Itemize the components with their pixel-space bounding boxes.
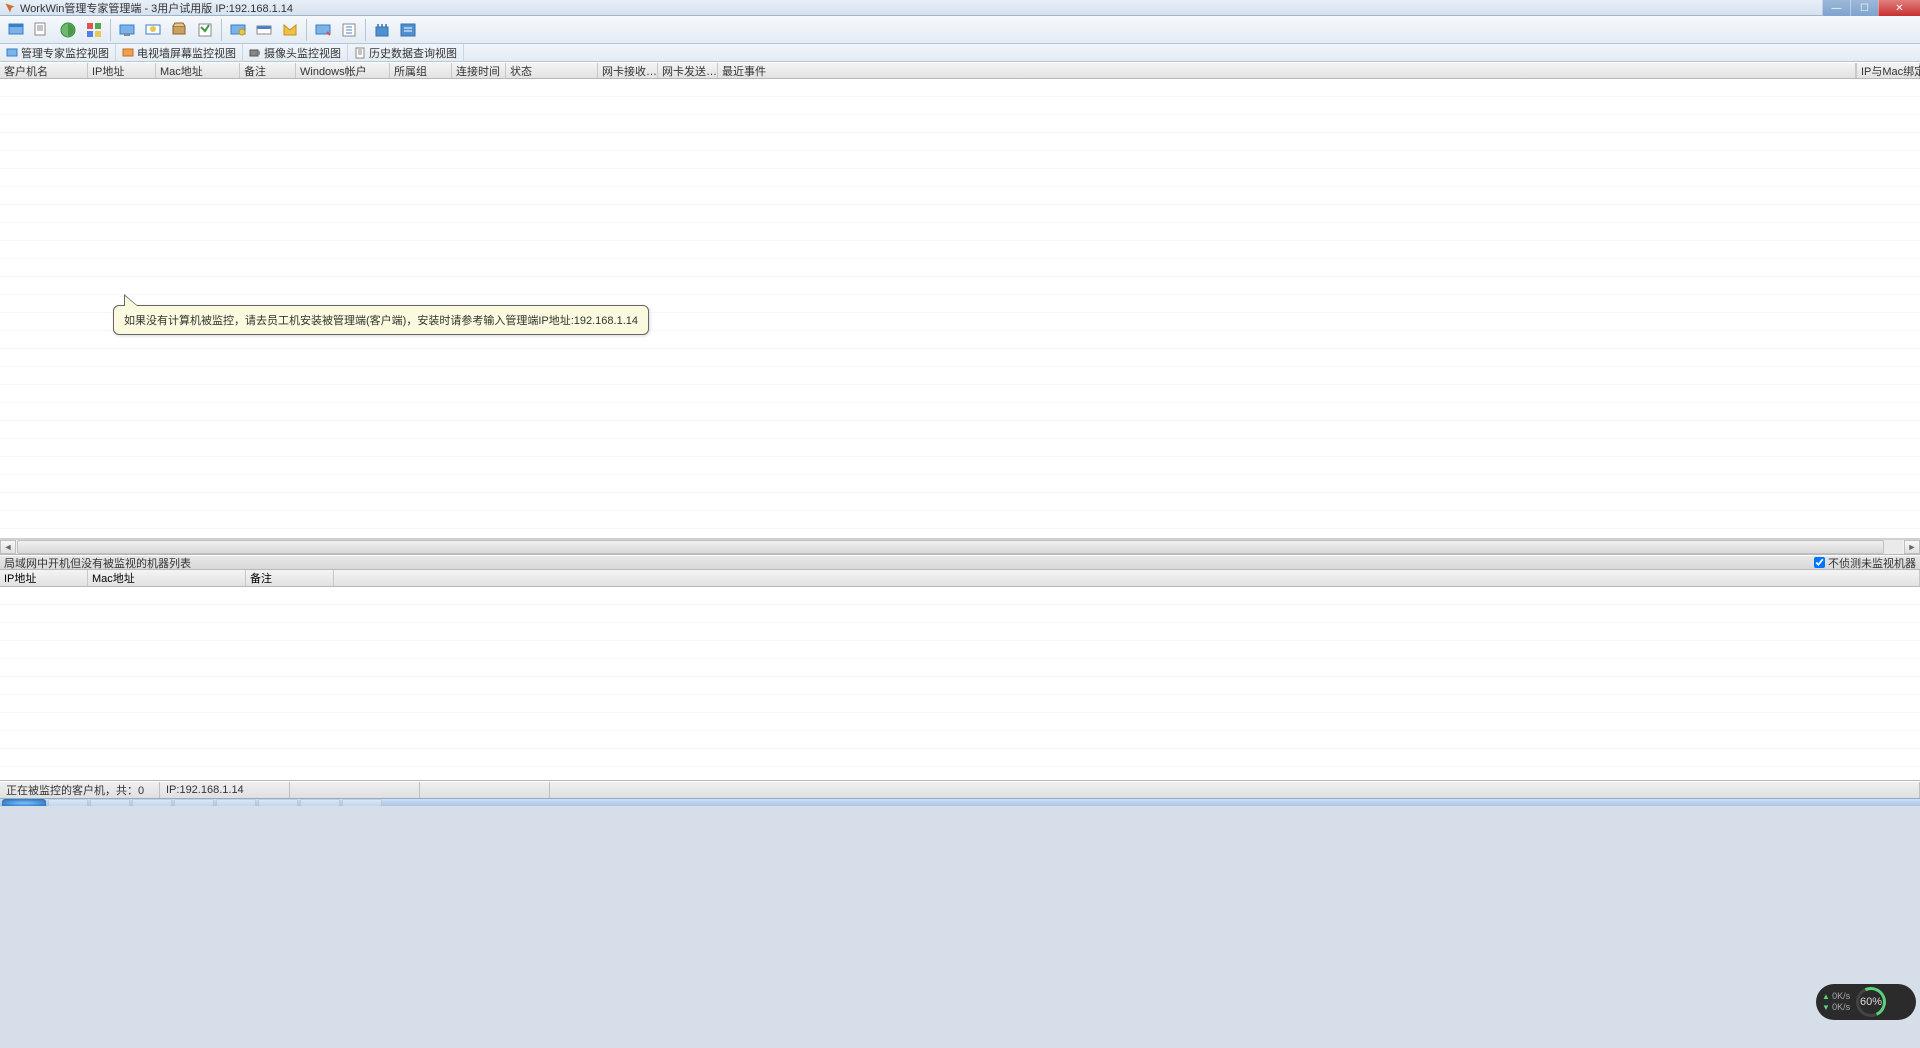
main-grid-body[interactable]: 如果没有计算机被监控，请去员工机安装被管理端(客户端)，安装时请参考输入管理端I… — [0, 79, 1920, 539]
toolbar-btn-14[interactable] — [370, 18, 394, 42]
net-rates: 0K/s 0K/s — [1822, 991, 1850, 1013]
col2-remark[interactable]: 备注 — [246, 570, 334, 586]
network-speed-widget[interactable]: 0K/s 0K/s 60% — [1816, 984, 1916, 1020]
window-controls: — ☐ ✕ — [1822, 0, 1920, 16]
toolbar-separator — [221, 19, 222, 41]
viewtab-camera[interactable]: 摄像头监控视图 — [243, 44, 348, 62]
scroll-track[interactable] — [17, 540, 1903, 554]
status-empty3 — [550, 782, 1920, 798]
toolbar-btn-13[interactable] — [337, 18, 361, 42]
status-ip: IP:192.168.1.14 — [160, 782, 290, 798]
main-toolbar — [0, 16, 1920, 44]
taskbar-app-3[interactable] — [132, 799, 172, 806]
toolbar-separator — [110, 19, 111, 41]
taskbar-app-2[interactable] — [90, 799, 130, 806]
window-title: WorkWin管理专家管理端 - 3用户试用版 IP:192.168.1.14 — [20, 0, 293, 16]
viewtab-label: 摄像头监控视图 — [264, 45, 341, 61]
taskbar-app-4[interactable] — [174, 799, 214, 806]
viewtab-label: 历史数据查询视图 — [369, 45, 457, 61]
hint-balloon: 如果没有计算机被监控，请去员工机安装被管理端(客户端)，安装时请参考输入管理端I… — [113, 305, 649, 335]
main-hscrollbar[interactable]: ◄ ► — [0, 539, 1920, 555]
tvwall-icon — [122, 47, 134, 59]
toolbar-btn-2[interactable] — [30, 18, 54, 42]
net-download: 0K/s — [1822, 1002, 1850, 1013]
col-remark[interactable]: 备注 — [240, 63, 296, 78]
section2-title: 局域网中开机但没有被监视的机器列表 — [4, 555, 191, 571]
col-conntime[interactable]: 连接时间 — [452, 63, 506, 78]
toolbar-btn-9[interactable] — [226, 18, 250, 42]
monitor-icon — [6, 47, 18, 59]
taskbar-app-5[interactable] — [216, 799, 256, 806]
minimize-button[interactable]: — — [1822, 0, 1850, 16]
lower-grid-header: IP地址 Mac地址 备注 — [0, 570, 1920, 587]
col2-ip[interactable]: IP地址 — [0, 570, 88, 586]
section2-titlebar: 局域网中开机但没有被监视的机器列表 不侦测未监视机器 — [0, 555, 1920, 570]
toolbar-btn-1[interactable] — [4, 18, 28, 42]
start-button[interactable] — [2, 799, 46, 806]
scroll-left-arrow[interactable]: ◄ — [0, 540, 16, 554]
net-upload: 0K/s — [1822, 991, 1850, 1002]
memory-circle: 60% — [1852, 983, 1890, 1021]
memory-percent: 60% — [1860, 996, 1882, 1008]
taskbar-app-1[interactable] — [48, 799, 88, 806]
window-titlebar: WorkWin管理专家管理端 - 3用户试用版 IP:192.168.1.14 … — [0, 0, 1920, 16]
toolbar-btn-7[interactable] — [167, 18, 191, 42]
toolbar-btn-5[interactable] — [115, 18, 139, 42]
col2-empty — [334, 570, 1920, 586]
col-ipmacbind[interactable]: IP与Mac绑定 — [1856, 63, 1920, 78]
viewtab-monitor[interactable]: 管理专家监控视图 — [0, 44, 116, 62]
col-ip[interactable]: IP地址 — [88, 63, 156, 78]
toolbar-btn-11[interactable] — [278, 18, 302, 42]
toolbar-separator — [365, 19, 366, 41]
main-grid-header: 客户机名 IP地址 Mac地址 备注 Windows帐户 所属组 连接时间 状态… — [0, 62, 1920, 79]
view-tabs: 管理专家监控视图 电视墙屏幕监控视图 摄像头监控视图 历史数据查询视图 — [0, 44, 1920, 62]
col-client-name[interactable]: 客户机名 — [0, 63, 88, 78]
windows-taskbar[interactable] — [0, 798, 1920, 806]
statusbar: 正在被监控的客户机，共：0 IP:192.168.1.14 — [0, 781, 1920, 798]
taskbar-app-7[interactable] — [300, 799, 340, 806]
viewtab-tvwall[interactable]: 电视墙屏幕监控视图 — [116, 44, 243, 62]
col-status[interactable]: 状态 — [506, 63, 598, 78]
col-lastevent[interactable]: 最近事件 — [718, 63, 1856, 78]
toolbar-btn-6[interactable] — [141, 18, 165, 42]
col2-mac[interactable]: Mac地址 — [88, 570, 246, 586]
col-mac[interactable]: Mac地址 — [156, 63, 240, 78]
app-icon — [4, 2, 16, 14]
camera-icon — [249, 47, 261, 59]
status-client-count: 正在被监控的客户机，共：0 — [0, 782, 160, 798]
status-empty1 — [290, 782, 420, 798]
viewtab-history[interactable]: 历史数据查询视图 — [348, 44, 464, 62]
taskbar-app-8[interactable] — [342, 799, 382, 806]
col-winaccount[interactable]: Windows帐户 — [296, 63, 390, 78]
scroll-thumb[interactable] — [17, 540, 1884, 554]
viewtab-label: 管理专家监控视图 — [21, 45, 109, 61]
taskbar-app-6[interactable] — [258, 799, 298, 806]
toolbar-separator — [306, 19, 307, 41]
col-netrecv[interactable]: 网卡接收… — [598, 63, 658, 78]
lower-grid-body[interactable] — [0, 587, 1920, 781]
history-icon — [354, 47, 366, 59]
toolbar-btn-15[interactable] — [396, 18, 420, 42]
col-netsend[interactable]: 网卡发送… — [658, 63, 718, 78]
toolbar-btn-12[interactable] — [311, 18, 335, 42]
no-detect-checkbox-input[interactable] — [1814, 557, 1825, 568]
toolbar-btn-10[interactable] — [252, 18, 276, 42]
col-group[interactable]: 所属组 — [390, 63, 452, 78]
no-detect-label: 不侦测未监视机器 — [1828, 555, 1916, 571]
toolbar-btn-3[interactable] — [56, 18, 80, 42]
status-empty2 — [420, 782, 550, 798]
close-button[interactable]: ✕ — [1878, 0, 1920, 16]
maximize-button[interactable]: ☐ — [1850, 0, 1878, 16]
toolbar-btn-8[interactable] — [193, 18, 217, 42]
scroll-right-arrow[interactable]: ► — [1904, 540, 1920, 554]
hint-text: 如果没有计算机被监控，请去员工机安装被管理端(客户端)，安装时请参考输入管理端I… — [124, 315, 638, 327]
toolbar-btn-4[interactable] — [82, 18, 106, 42]
viewtab-label: 电视墙屏幕监控视图 — [137, 45, 236, 61]
no-detect-checkbox[interactable]: 不侦测未监视机器 — [1814, 555, 1916, 571]
